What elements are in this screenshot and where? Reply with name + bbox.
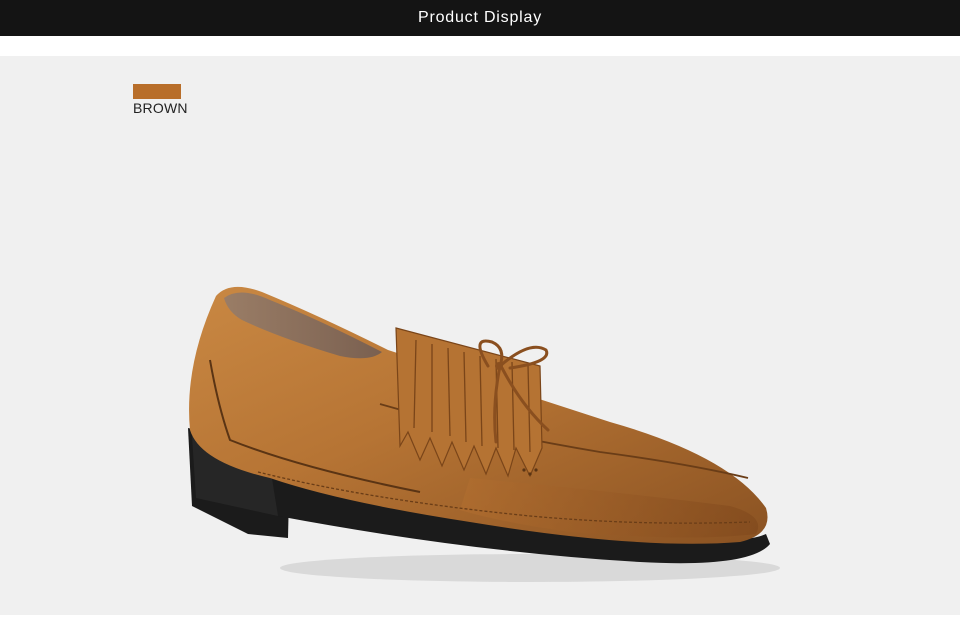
color-option[interactable]: BROWN [133,84,188,116]
product-display-page: Product Display BROWN [0,0,960,635]
header-bar: Product Display [0,0,960,36]
color-swatch[interactable] [133,84,181,99]
product-stage: BROWN [0,56,960,615]
color-label: BROWN [133,100,188,116]
loafer-shoe-image [188,286,780,582]
shoe-bow-knot [495,362,503,370]
header-title: Product Display [417,9,543,26]
